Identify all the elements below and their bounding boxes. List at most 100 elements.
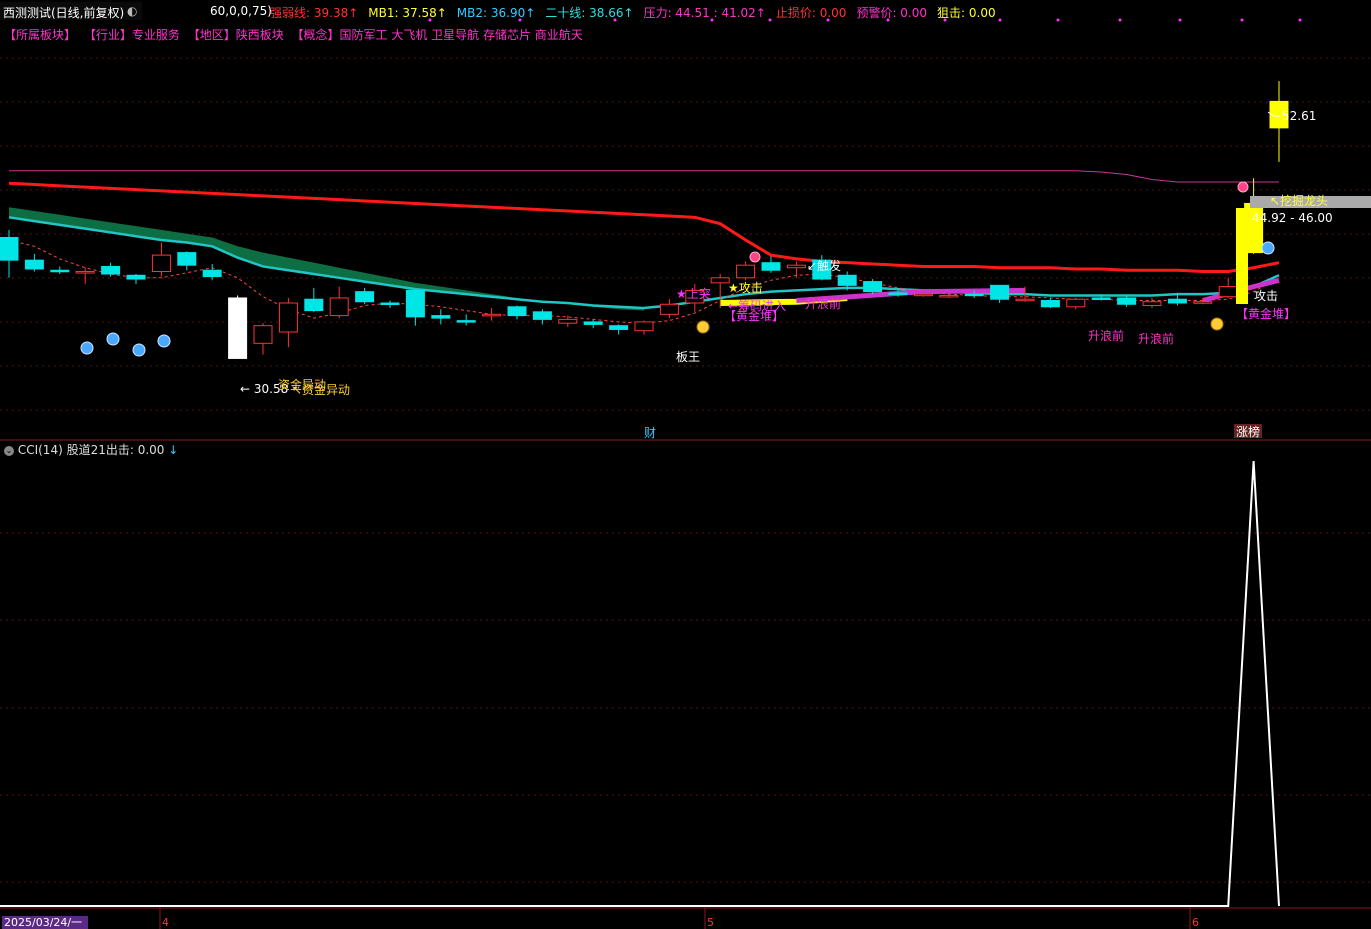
indicator-1[interactable]: MB1: 37.58↑ — [368, 6, 447, 20]
candle[interactable] — [736, 264, 756, 279]
candle[interactable] — [964, 293, 984, 297]
candle[interactable] — [24, 259, 44, 270]
candle[interactable] — [278, 302, 298, 333]
green-band — [9, 207, 644, 311]
candle[interactable] — [1066, 298, 1086, 308]
candle[interactable] — [1040, 299, 1060, 308]
candle[interactable] — [1117, 297, 1137, 305]
candle[interactable] — [939, 294, 959, 298]
candle[interactable] — [888, 292, 908, 295]
candle[interactable] — [482, 313, 502, 317]
sector-industry[interactable]: 【行业】专业服务 — [84, 28, 180, 42]
money-bag-icon — [696, 320, 710, 334]
candle[interactable] — [380, 302, 400, 305]
candle[interactable] — [405, 289, 425, 318]
dig-dragon-label: ↖挖掘龙头 — [1270, 193, 1328, 208]
candle[interactable] — [202, 269, 222, 278]
candle[interactable] — [1193, 301, 1213, 304]
candle[interactable] — [1091, 297, 1111, 300]
candle[interactable] — [913, 293, 933, 297]
candle[interactable] — [75, 271, 95, 274]
candle[interactable] — [355, 291, 375, 303]
candle[interactable] — [456, 320, 476, 323]
candle[interactable] — [50, 269, 70, 273]
candle[interactable] — [532, 311, 552, 320]
candle[interactable] — [507, 306, 527, 317]
candle[interactable] — [151, 254, 171, 272]
pressure-line — [9, 170, 1279, 183]
decorations: ← 30.58资金异动↖资金异动★上突 ★攻击←筹码进入【黄金堆】板王↙触发升浪前… — [80, 18, 1371, 440]
flower-icon — [749, 251, 761, 263]
attack-label: ★攻击 — [728, 281, 763, 295]
candle[interactable] — [431, 315, 451, 319]
chart-stage[interactable]: 456 ← 30.58 资金异动 ↖资金异动 ★上突 ★攻击 ←筹码进入 【黄金堆】 板王 ↙触… — [0, 0, 1371, 929]
indicator-2[interactable]: MB2: 36.90↑ — [457, 6, 536, 20]
signal-dot — [1298, 18, 1302, 22]
candle[interactable] — [761, 262, 781, 271]
kline-panel[interactable]: 456 ← 30.58资金异动↖资金异动★上突 ★攻击←筹码进入【黄金堆】板王↙触… — [0, 0, 1371, 929]
fund-move-label-2: ↖资金异动 — [292, 382, 350, 397]
candle[interactable] — [583, 321, 603, 325]
signal-dot — [1056, 18, 1060, 22]
candles[interactable] — [0, 81, 1289, 359]
collapse-icon[interactable]: ⌄ — [4, 445, 14, 456]
candle[interactable] — [228, 297, 248, 359]
candle[interactable] — [1167, 298, 1187, 304]
rise-wave-label: 升浪前 — [1088, 328, 1124, 343]
candle[interactable] — [558, 318, 578, 324]
high-price-label: 52.61 — [1282, 109, 1316, 123]
signal-dot — [1240, 18, 1244, 22]
grid-lines: 4 5 6 — [0, 57, 1371, 929]
indicator-5[interactable]: 止损价: 0.00 — [776, 6, 847, 20]
cai-label: 财 — [644, 426, 656, 440]
rise-wave-label: 升浪前 — [805, 296, 841, 311]
cci-header: ⌄ CCI(14) 股道21出击: 0.00 ↓ — [4, 441, 178, 458]
sector-belong[interactable]: 【所属板块】 — [4, 28, 76, 42]
month-label-4: 4 — [162, 916, 169, 929]
candle[interactable] — [1015, 298, 1035, 302]
cci-label[interactable]: CCI(14) 股道21出击: 0.00 — [18, 443, 165, 457]
candle[interactable] — [329, 297, 349, 317]
candle[interactable] — [1218, 286, 1238, 298]
candle[interactable] — [990, 284, 1010, 300]
indicator-6[interactable]: 预警价: 0.00 — [856, 6, 927, 20]
candle[interactable] — [304, 298, 324, 312]
signal-dot — [1118, 18, 1122, 22]
money-bag-icon — [1210, 317, 1224, 331]
ma-dashed-line — [8, 239, 1280, 324]
indicator-4[interactable]: 压力: 44.51 : 41.02↑ — [644, 6, 766, 20]
candle[interactable] — [659, 303, 679, 315]
rise-wave-label: 升浪前 — [1138, 331, 1174, 346]
trigger-label: ↙触发 — [807, 258, 841, 273]
blue-ball-icon — [1261, 241, 1275, 255]
date-label[interactable]: 2025/03/24/一 — [2, 916, 88, 929]
blue-ball-icon — [157, 334, 171, 348]
candle[interactable] — [634, 321, 654, 332]
candle[interactable] — [710, 277, 730, 284]
candle[interactable] — [863, 281, 883, 293]
candle[interactable] — [0, 236, 19, 261]
indicator-7[interactable]: 狙击: 0.00 — [937, 6, 996, 20]
candle[interactable] — [837, 274, 857, 286]
settings-icon[interactable]: ◐ — [127, 4, 137, 18]
candle[interactable] — [253, 325, 273, 344]
cci-panel[interactable] — [0, 460, 1280, 907]
candle[interactable] — [101, 265, 121, 275]
blue-ball-icon — [80, 341, 94, 355]
sector-concept[interactable]: 【概念】国防军工 大飞机 卫星导航 存储芯片 商业航天 — [292, 28, 583, 42]
stock-title[interactable]: 西测测试(日线,前复权) — [3, 4, 124, 21]
indicator-3[interactable]: 二十线: 38.66↑ — [545, 6, 633, 20]
gold-pile-label-2: 【黄金堆】 — [1236, 306, 1296, 321]
cci-arrow: ↓ — [168, 443, 179, 457]
price-range-label: 44.92 - 46.00 — [1252, 211, 1333, 225]
signal-dot — [1178, 18, 1182, 22]
sector-region[interactable]: 【地区】陕西板块 — [188, 28, 284, 42]
sector-row: 【所属板块】 【行业】专业服务 【地区】陕西板块 【概念】国防军工 大飞机 卫星… — [4, 26, 587, 43]
candle[interactable] — [126, 274, 146, 280]
candle[interactable] — [177, 252, 197, 266]
candle[interactable] — [786, 264, 806, 269]
indicator-0[interactable]: 强弱线: 39.38↑ — [270, 6, 358, 20]
params-text: 60,0,0,75) — [210, 4, 272, 18]
candle[interactable] — [609, 325, 629, 330]
candle[interactable] — [1142, 301, 1162, 307]
